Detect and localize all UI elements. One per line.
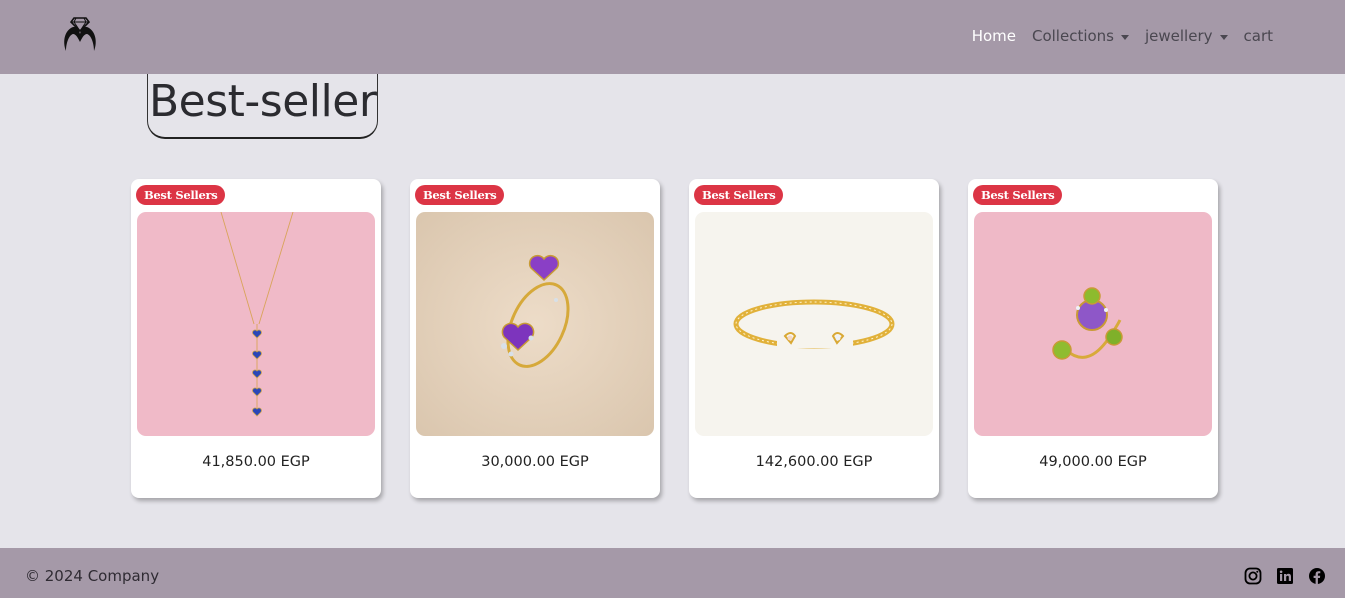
product-card[interactable]: Best Sellers 30,000.00 EGP (410, 179, 660, 498)
best-seller-badge: Best Sellers (415, 185, 505, 205)
chevron-down-icon (1219, 34, 1228, 40)
main-nav: Home Collections jewellery cart (964, 24, 1281, 48)
nav-collections-label: Collections (1031, 27, 1114, 45)
chevron-down-icon (1121, 34, 1129, 40)
product-image-flower-ring[interactable] (974, 212, 1212, 436)
linkedin-icon[interactable] (1276, 567, 1294, 585)
nav-cart-link[interactable]: cart (1236, 24, 1282, 48)
social-links (1244, 567, 1326, 585)
nav-home-link[interactable]: Home (964, 24, 1024, 48)
nav-jewellery-dropdown[interactable]: jewellery (1137, 24, 1236, 48)
best-seller-badge: Best Sellers (136, 185, 226, 205)
instagram-icon[interactable] (1244, 567, 1262, 585)
product-card[interactable]: Best Sellers 49,000.00 EGP (968, 179, 1218, 498)
footer: © 2024 Company (0, 548, 1345, 598)
product-grid: Best Sellers 41,850.00 EGP Best Sellers (131, 179, 1218, 498)
product-image-bracelet[interactable] (695, 212, 933, 436)
product-price: 30,000.00 EGP (481, 454, 589, 470)
nav-jewellery-label: jewellery (1145, 27, 1213, 45)
product-image-necklace[interactable] (137, 212, 375, 436)
product-card[interactable]: Best Sellers 142,600.00 EGP (689, 179, 939, 498)
product-price: 142,600.00 EGP (755, 454, 873, 470)
product-image-ring[interactable] (416, 212, 654, 436)
product-price: 41,850.00 EGP (202, 454, 310, 470)
best-seller-badge: Best Sellers (973, 185, 1063, 205)
nav-collections-dropdown[interactable]: Collections (1024, 24, 1137, 48)
facebook-icon[interactable] (1308, 567, 1326, 585)
page-title: Best-seller (147, 74, 379, 139)
copyright-text: © 2024 Company (25, 567, 160, 585)
product-price: 49,000.00 EGP (1039, 454, 1147, 470)
navbar: Home Collections jewellery cart (0, 0, 1345, 74)
product-card[interactable]: Best Sellers 41,850.00 EGP (131, 179, 381, 498)
brand-logo-ring-icon[interactable] (60, 14, 100, 56)
best-seller-badge: Best Sellers (694, 185, 784, 205)
